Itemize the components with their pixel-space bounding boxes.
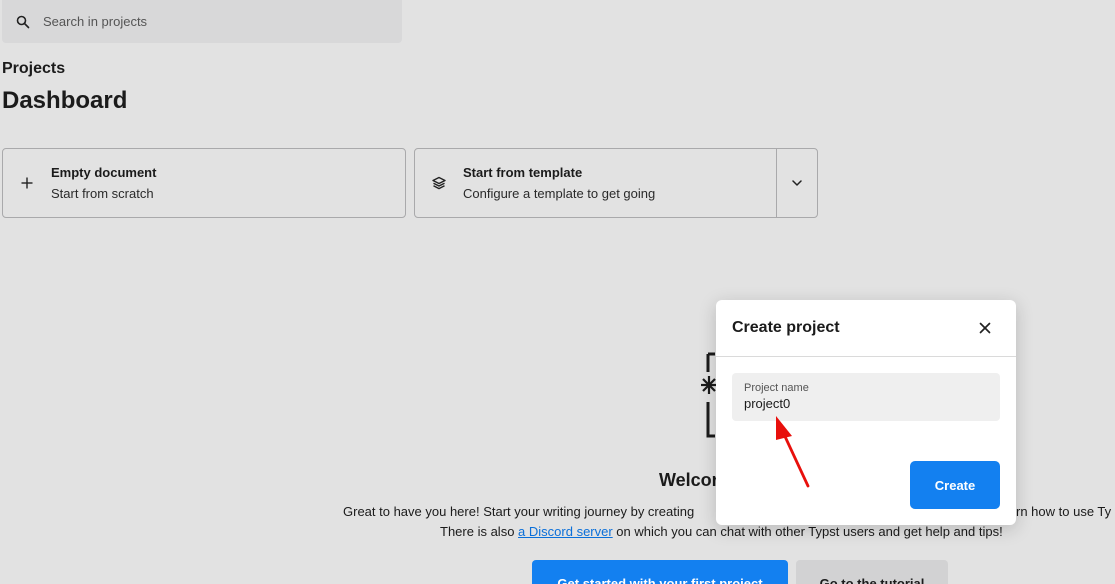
discord-text-after: on which you can chat with other Typst u… <box>612 524 1003 539</box>
get-started-button[interactable]: Get started with your first project <box>532 560 788 584</box>
welcome-text-line1: Great to have you here! Start your writi… <box>343 504 1111 519</box>
plus-icon <box>3 177 51 189</box>
tutorial-button[interactable]: Go to the tutorial <box>796 560 948 584</box>
chevron-down-icon <box>792 180 802 186</box>
empty-document-card[interactable]: Empty document Start from scratch <box>2 148 406 218</box>
empty-document-title: Empty document <box>51 165 157 180</box>
welcome-title: Welcor <box>659 470 719 490</box>
dialog-title: Create project <box>732 319 840 336</box>
page-title: Dashboard <box>2 87 128 114</box>
welcome-text-line2: There is also a Discord server on which … <box>440 524 1003 539</box>
template-title: Start from template <box>463 165 583 180</box>
breadcrumb: Projects <box>2 60 66 77</box>
dialog-header: Create project <box>716 300 1016 357</box>
template-dropdown-button[interactable] <box>777 149 817 217</box>
discord-link[interactable]: a Discord server <box>518 524 613 539</box>
welcome-text-end: rn how to use Ty <box>1016 504 1112 519</box>
close-icon[interactable] <box>978 321 992 335</box>
layers-icon <box>415 176 463 190</box>
annotation-arrow-icon <box>776 416 810 488</box>
search-input[interactable] <box>43 14 363 29</box>
create-button[interactable]: Create <box>910 461 1000 509</box>
discord-text-before: There is also <box>440 524 519 539</box>
empty-document-subtitle: Start from scratch <box>51 186 154 201</box>
create-project-dialog: Create project Project name Create <box>716 300 1016 525</box>
welcome-text-start: Great to have you here! Start your writi… <box>343 504 695 519</box>
project-name-input[interactable] <box>744 396 984 411</box>
template-subtitle: Configure a template to get going <box>463 186 656 201</box>
search-bar[interactable] <box>2 0 402 43</box>
project-name-label: Project name <box>744 382 809 394</box>
search-icon <box>16 15 30 28</box>
template-card[interactable]: Start from template Configure a template… <box>414 148 818 218</box>
